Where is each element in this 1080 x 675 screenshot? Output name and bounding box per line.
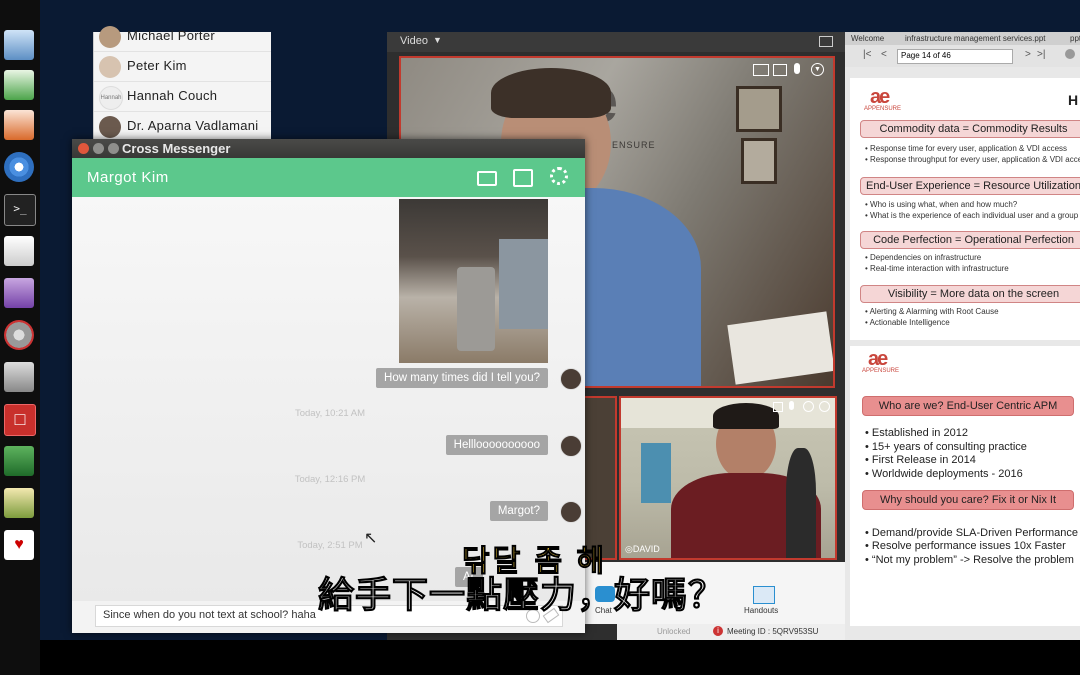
chevron-down-icon[interactable]: ▼ bbox=[433, 35, 442, 45]
participant-thumbnail-david[interactable]: ◎DAVID bbox=[619, 396, 837, 560]
next-page-icon[interactable]: > bbox=[1025, 49, 1031, 60]
participant-hair bbox=[713, 403, 779, 429]
image-viewer-icon[interactable] bbox=[4, 30, 34, 60]
media-icon[interactable] bbox=[4, 446, 34, 476]
close-icon[interactable] bbox=[1065, 49, 1075, 59]
calculator-icon[interactable] bbox=[4, 362, 34, 392]
presentation-icon[interactable] bbox=[4, 110, 34, 140]
contact-name: Dr. Aparna Vadlamani bbox=[127, 118, 259, 133]
terminal-icon[interactable]: >_ bbox=[4, 194, 36, 226]
prev-page-icon[interactable]: < bbox=[881, 49, 887, 60]
avatar bbox=[99, 26, 121, 48]
avatar bbox=[560, 435, 582, 457]
maximize-window-button[interactable] bbox=[108, 143, 119, 154]
window-title: Cross Messenger bbox=[122, 141, 231, 156]
tab-ppt[interactable]: ppt bbox=[1070, 34, 1080, 43]
avatar bbox=[560, 501, 582, 523]
sent-message[interactable]: Hellloooooooooo bbox=[445, 435, 548, 455]
contact-item[interactable]: Hannah Hannah Couch bbox=[94, 82, 271, 112]
participant-hair bbox=[491, 68, 611, 118]
close-window-button[interactable] bbox=[78, 143, 89, 154]
slide-tabs: Welcome infrastructure management servic… bbox=[845, 32, 1080, 45]
wall-frame bbox=[736, 86, 782, 132]
phone-call-icon[interactable] bbox=[513, 169, 533, 187]
papers bbox=[727, 311, 833, 385]
launcher-bar: >_ □ ♥ bbox=[0, 0, 40, 675]
fullscreen-icon[interactable] bbox=[819, 36, 833, 47]
settings-icon[interactable] bbox=[4, 320, 34, 350]
message-timestamp: Today, 10:21 AM bbox=[294, 408, 366, 419]
sent-message[interactable]: Margot? bbox=[489, 501, 548, 521]
chat-header: Margot Kim bbox=[72, 158, 585, 197]
handouts-icon[interactable] bbox=[753, 586, 775, 604]
meeting-status-bar: Unlocked i Meeting ID : 5QRV953SU bbox=[617, 624, 845, 640]
video-menu-label[interactable]: Video bbox=[400, 35, 428, 47]
participant-name-label: ◎DAVID bbox=[625, 544, 660, 554]
photo-message[interactable] bbox=[399, 199, 548, 363]
handouts-label[interactable]: Handouts bbox=[744, 606, 778, 615]
options-icon[interactable]: ▼ bbox=[811, 63, 824, 76]
tab-welcome[interactable]: Welcome bbox=[851, 34, 884, 43]
info-icon: i bbox=[713, 626, 723, 636]
text-editor-icon[interactable] bbox=[4, 236, 34, 266]
avatar: Hannah bbox=[99, 86, 123, 110]
trash-can bbox=[457, 267, 495, 351]
subtitle-chinese: 給手下一點壓力，好嗎？ bbox=[317, 574, 726, 616]
options-icon[interactable] bbox=[819, 401, 830, 412]
tab-presentation[interactable]: infrastructure management services.ppt bbox=[905, 34, 1046, 43]
slide-navigation: |< < Page 14 of 46 > >| bbox=[845, 45, 1080, 67]
cabinet bbox=[499, 239, 548, 329]
cards-game-icon[interactable]: ♥ bbox=[4, 530, 34, 560]
slide-14: ae APPENSURE H Commodity data = Commodit… bbox=[850, 78, 1080, 340]
meeting-id: Meeting ID : 5QRV953SU bbox=[727, 627, 819, 636]
spreadsheet-icon[interactable] bbox=[4, 70, 34, 100]
contact-item[interactable]: Michael Porter bbox=[94, 22, 271, 52]
contact-name: Margot Kim bbox=[87, 169, 169, 186]
avatar bbox=[560, 368, 582, 390]
window-titlebar[interactable]: Cross Messenger bbox=[72, 139, 585, 158]
camera-icon[interactable] bbox=[773, 402, 783, 412]
options-icon[interactable] bbox=[803, 401, 814, 412]
message-timestamp: Today, 2:51 PM bbox=[297, 540, 363, 551]
contact-name: Michael Porter bbox=[127, 28, 216, 43]
first-page-icon[interactable]: |< bbox=[863, 49, 871, 60]
avatar bbox=[99, 116, 121, 138]
poster bbox=[641, 443, 671, 503]
video-call-icon[interactable] bbox=[477, 171, 497, 186]
contact-item[interactable]: Dr. Aparna Vadlamani bbox=[94, 112, 271, 142]
contact-list: Michael Porter Peter Kim Hannah Hannah C… bbox=[93, 26, 271, 144]
minimize-window-button[interactable] bbox=[93, 143, 104, 154]
sent-message[interactable]: How many times did I tell you? bbox=[376, 368, 548, 388]
last-page-icon[interactable]: >| bbox=[1037, 49, 1045, 60]
message-timestamp: Today, 12:16 PM bbox=[294, 474, 366, 485]
slides-viewer: Welcome infrastructure management servic… bbox=[845, 32, 1080, 640]
gear-icon[interactable] bbox=[550, 167, 568, 185]
microphone-icon[interactable] bbox=[789, 401, 794, 410]
camera-icon[interactable] bbox=[773, 64, 787, 76]
remote-desktop-icon[interactable] bbox=[4, 278, 34, 308]
avatar bbox=[99, 56, 121, 78]
contact-item[interactable]: Peter Kim bbox=[94, 52, 271, 82]
app-launcher-icon[interactable]: □ bbox=[4, 404, 36, 436]
contact-name: Hannah Couch bbox=[127, 88, 218, 103]
lock-status: Unlocked bbox=[657, 627, 691, 636]
screen-share-icon[interactable] bbox=[753, 64, 769, 76]
microphone-icon[interactable] bbox=[794, 63, 800, 74]
image-search-icon[interactable] bbox=[4, 488, 34, 518]
mouse-cursor-icon: ↖ bbox=[364, 530, 378, 547]
browser-icon[interactable] bbox=[4, 152, 34, 182]
wall-frame bbox=[741, 138, 777, 184]
contact-name: Peter Kim bbox=[127, 58, 187, 73]
slide-15: ae APPENSURE Who are we? End-User Centri… bbox=[850, 346, 1080, 626]
video-toolbar: Video ▼ bbox=[387, 32, 845, 52]
background-person bbox=[786, 448, 816, 558]
page-select[interactable]: Page 14 of 46 bbox=[897, 49, 1013, 64]
